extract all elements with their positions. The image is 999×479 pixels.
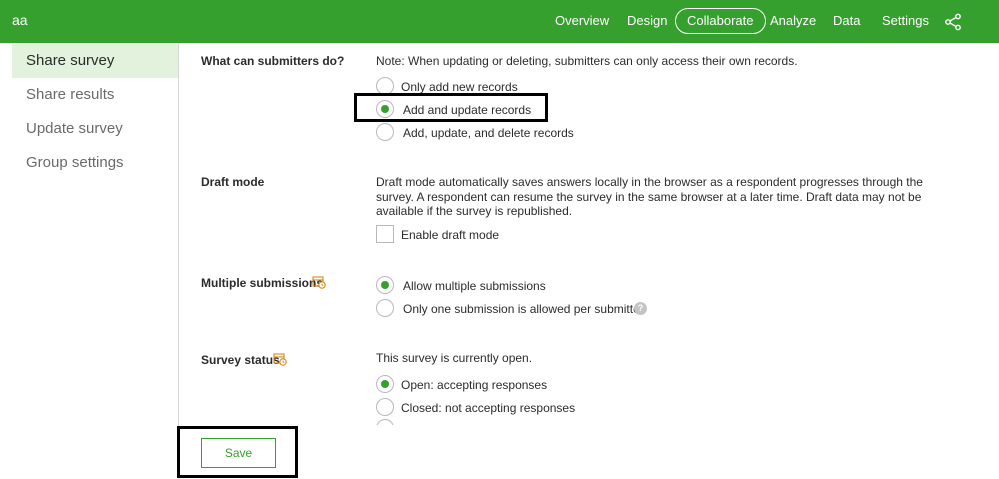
submitters-note: Note: When updating or deleting, submitt… xyxy=(376,54,798,68)
sidebar-item-share-results[interactable]: Share results xyxy=(12,78,178,112)
help-icon[interactable]: ? xyxy=(634,302,647,315)
radio-only-one-label: Only one submission is allowed per submi… xyxy=(403,302,644,316)
radio-clipped xyxy=(376,419,396,425)
nav-design[interactable]: Design xyxy=(627,8,667,34)
radio-add-update-delete[interactable] xyxy=(376,123,394,141)
sidebar-item-share-survey[interactable]: Share survey xyxy=(12,44,178,78)
nav-analyze[interactable]: Analyze xyxy=(770,8,816,34)
enable-draft-mode-checkbox[interactable] xyxy=(376,225,394,243)
sidebar: Share survey Share results Update survey… xyxy=(0,43,179,479)
nav-data[interactable]: Data xyxy=(833,8,860,34)
highlight-box-save xyxy=(177,426,298,478)
share-icon[interactable] xyxy=(944,13,962,31)
highlight-box-add-update xyxy=(354,93,548,122)
radio-closed-label: Closed: not accepting responses xyxy=(401,401,576,415)
radio-closed[interactable] xyxy=(376,398,394,416)
radio-only-add-label: Only add new records xyxy=(401,80,518,94)
radio-open-label: Open: accepting responses xyxy=(401,378,548,392)
draft-mode-label: Draft mode xyxy=(201,175,265,189)
nav-settings[interactable]: Settings xyxy=(882,8,929,34)
radio-allow-multiple-label: Allow multiple submissions xyxy=(403,279,546,293)
radio-add-update-delete-label: Add, update, and delete records xyxy=(403,126,574,140)
top-bar: aa Overview Design Collaborate Analyze D… xyxy=(0,0,999,43)
radio-only-one[interactable] xyxy=(376,299,394,317)
app-title: aa xyxy=(12,12,28,28)
calendar-schedule-icon[interactable] xyxy=(273,352,287,366)
multiple-submissions-label: Multiple submissions xyxy=(201,276,324,290)
draft-mode-description: Draft mode automatically saves answers l… xyxy=(376,175,923,218)
nav-overview[interactable]: Overview xyxy=(555,8,609,34)
sidebar-item-group-settings[interactable]: Group settings xyxy=(12,146,178,180)
survey-status-label: Survey status xyxy=(201,353,280,367)
sidebar-item-update-survey[interactable]: Update survey xyxy=(12,112,178,146)
radio-allow-multiple[interactable] xyxy=(376,276,394,294)
radio-open[interactable] xyxy=(376,375,394,393)
enable-draft-mode-label: Enable draft mode xyxy=(401,228,500,242)
calendar-schedule-icon[interactable] xyxy=(312,275,326,289)
submitters-label: What can submitters do? xyxy=(201,54,345,68)
survey-status-description: This survey is currently open. xyxy=(376,351,533,365)
nav-collaborate[interactable]: Collaborate xyxy=(675,8,766,34)
